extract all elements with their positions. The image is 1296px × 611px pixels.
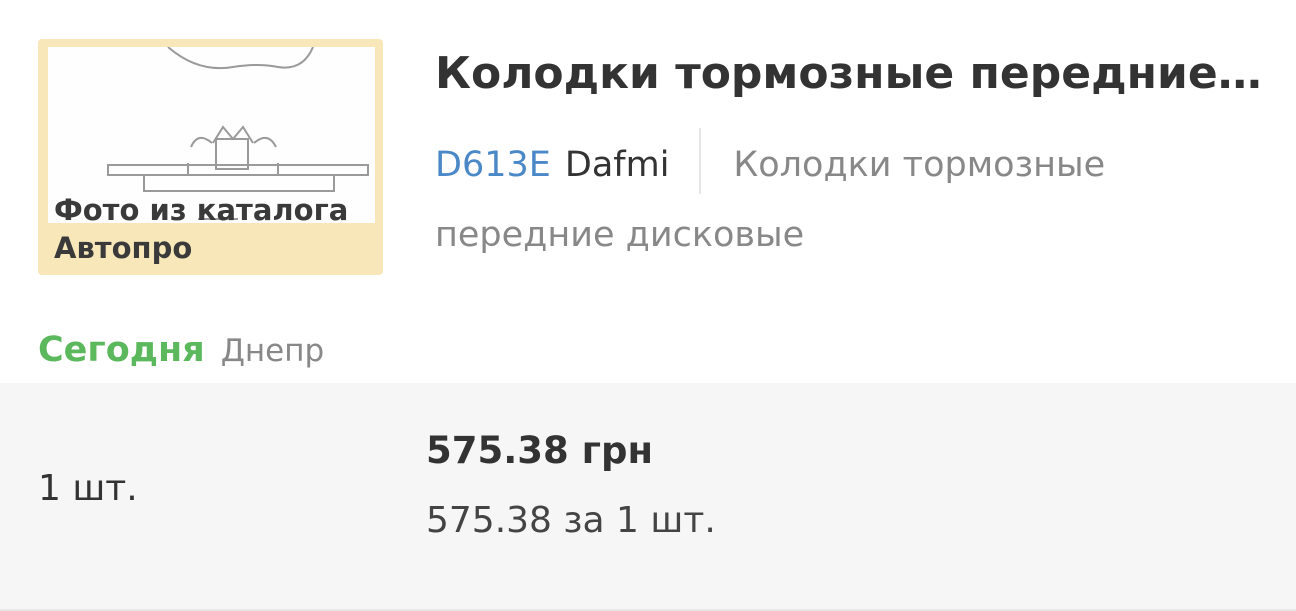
availability-date: Сегодня bbox=[38, 330, 205, 370]
unit-price: 575.38 за 1 шт. bbox=[426, 500, 716, 541]
product-card[interactable]: Фото из каталога Автопро Колодки тормозн… bbox=[0, 0, 1296, 611]
image-caption: Фото из каталога Автопро bbox=[54, 193, 349, 265]
availability: Сегодня Днепр bbox=[38, 322, 324, 379]
price-panel: 1 шт. 575.38 грн 575.38 за 1 шт. bbox=[0, 383, 1296, 611]
brand-name: Dafmi bbox=[564, 145, 670, 185]
meta-divider bbox=[699, 128, 702, 194]
part-code-link[interactable]: D613E bbox=[435, 145, 551, 185]
product-title[interactable]: Колодки тормозные передние… bbox=[435, 44, 1280, 104]
availability-city: Днепр bbox=[220, 333, 325, 369]
product-image[interactable]: Фото из каталога Автопро bbox=[38, 39, 383, 275]
product-meta: D613E Dafmi Колодки тормозные передние дис… bbox=[435, 128, 1275, 270]
total-price: 575.38 грн bbox=[426, 429, 654, 472]
quantity: 1 шт. bbox=[38, 468, 138, 509]
